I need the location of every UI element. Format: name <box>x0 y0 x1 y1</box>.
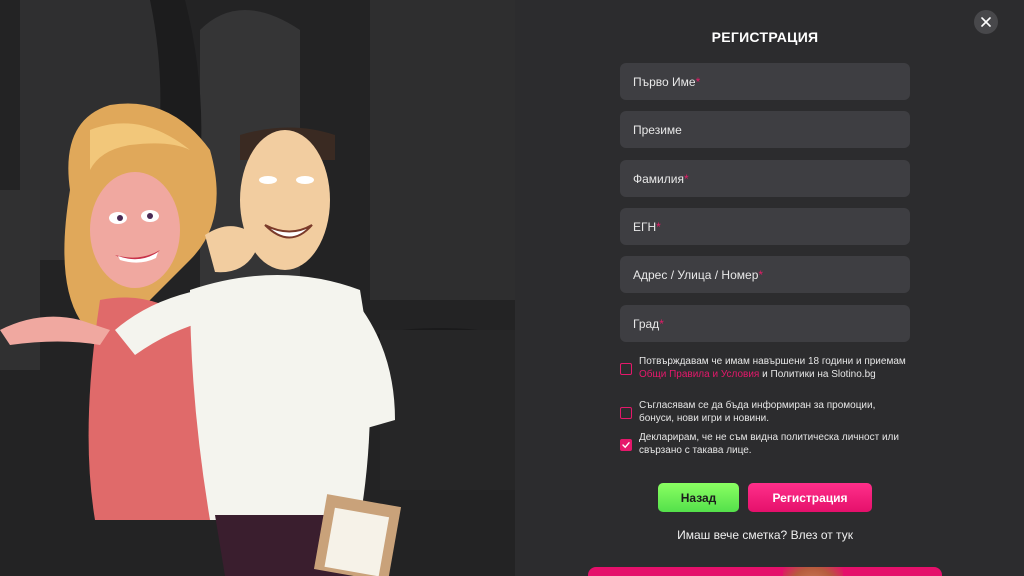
promotions-text: Съгласявам се да бъда информиран за пром… <box>639 400 876 424</box>
required-mark: * <box>656 219 661 234</box>
promotions-checkbox[interactable] <box>620 407 632 419</box>
middle-name-field[interactable]: Презиме <box>620 111 910 148</box>
close-icon <box>981 17 991 27</box>
field-label: ЕГН <box>633 219 657 234</box>
field-label: Презиме <box>633 122 682 137</box>
promo-banner[interactable] <box>588 567 942 576</box>
first-name-field[interactable]: Първо Име * <box>620 63 910 100</box>
pep-text: Декларирам, че не съм видна политическа … <box>639 432 899 456</box>
required-mark: * <box>683 171 689 186</box>
egn-field[interactable]: ЕГН * <box>620 208 910 245</box>
back-button[interactable]: Назад <box>658 483 739 512</box>
required-mark: * <box>659 316 664 331</box>
checkmark-icon <box>622 442 630 449</box>
casino-illustration <box>0 0 515 576</box>
field-label: Фамилия <box>633 171 684 186</box>
pep-declaration-row: Декларирам, че не съм видна политическа … <box>620 432 910 457</box>
last-name-field[interactable]: Фамилия * <box>620 160 910 197</box>
required-mark: * <box>758 267 764 282</box>
terms-consent-row: Потвърждавам че имам навършени 18 години… <box>620 356 910 381</box>
register-button[interactable]: Регистрация <box>748 483 872 512</box>
pep-checkbox[interactable] <box>620 439 632 451</box>
banner-image <box>783 567 843 576</box>
city-field[interactable]: Град * <box>620 305 910 342</box>
modal-title: РЕГИСТРАЦИЯ <box>711 29 819 45</box>
field-label: Първо Име <box>633 74 696 89</box>
field-label: Адрес / Улица / Номер <box>633 267 759 282</box>
close-button[interactable] <box>974 10 998 34</box>
login-link[interactable]: Имаш вече сметка? Влез от тук <box>620 528 910 542</box>
terms-text: Потвърждавам че имам навършени 18 години… <box>639 356 906 380</box>
promotions-consent-row: Съгласявам се да бъда информиран за пром… <box>620 400 910 425</box>
required-mark: * <box>695 74 701 89</box>
field-label: Град <box>633 316 660 331</box>
address-field[interactable]: Адрес / Улица / Номер * <box>620 256 910 293</box>
terms-checkbox[interactable] <box>620 363 632 375</box>
terms-link[interactable]: Общи Правила и Условия <box>639 369 759 380</box>
